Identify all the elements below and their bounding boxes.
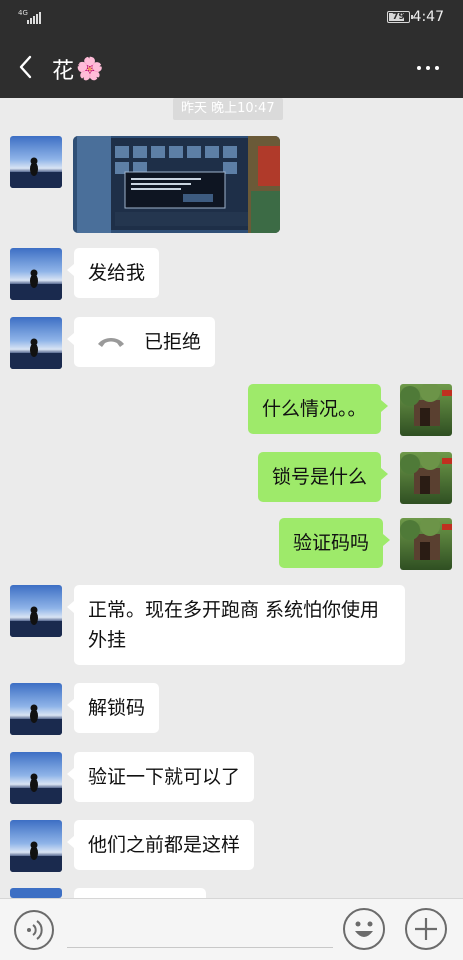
more-button[interactable] <box>413 58 443 78</box>
message-text: 他们之前都是这样 <box>88 834 241 856</box>
battery-percent: 79 <box>392 12 405 22</box>
chevron-left-icon <box>19 55 32 79</box>
contact-avatar[interactable] <box>10 136 62 188</box>
contact-avatar[interactable] <box>10 317 62 369</box>
my-avatar[interactable] <box>400 384 452 436</box>
chat-header: 花 🌸 <box>0 36 463 98</box>
my-avatar[interactable] <box>400 518 452 570</box>
message-text: 解锁码 <box>88 697 146 719</box>
message-bubble-incoming[interactable]: 发给我 <box>66 248 160 298</box>
more-horizontal-icon <box>417 66 439 70</box>
message-input[interactable] <box>67 947 333 948</box>
message-timestamp: 昨天 晚上10:47 <box>173 98 283 120</box>
clock: 4:47 <box>412 9 444 25</box>
message-bubble-incoming[interactable]: 他们之前都是这样 <box>66 820 255 870</box>
back-button[interactable] <box>12 52 42 82</box>
message-bubble-outgoing[interactable]: 什么情况。。 <box>248 384 388 434</box>
message-bubble-incoming[interactable]: 正常。现在多开跑商 系统怕你使用外挂 <box>67 585 405 665</box>
message-text: 锁号是什么 <box>272 466 368 488</box>
message-text: 正常。现在多开跑商 系统怕你使用外挂 <box>88 599 380 651</box>
more-functions-button[interactable] <box>405 908 447 950</box>
chat-title: 花 🌸 <box>52 53 103 85</box>
contact-avatar[interactable] <box>10 683 62 735</box>
battery-icon: 79 <box>387 11 413 23</box>
call-status-text: 已拒绝 <box>144 331 202 353</box>
contact-avatar[interactable] <box>10 820 62 872</box>
message-bubble-outgoing[interactable]: 验证码吗 <box>279 518 391 568</box>
plus-icon <box>415 918 437 940</box>
status-bar: 4G 79 4:47 <box>0 0 463 36</box>
phone-icon <box>98 338 124 347</box>
image-message[interactable] <box>73 136 280 233</box>
contact-name: 花 <box>52 59 75 84</box>
input-bar <box>0 898 463 960</box>
my-avatar[interactable] <box>400 452 452 504</box>
emoji-button[interactable] <box>343 908 385 950</box>
signal-icon: 4G <box>18 10 48 26</box>
message-bubble-incoming[interactable]: 解锁码 <box>66 683 160 733</box>
call-record-bubble[interactable]: 已拒绝 <box>66 317 216 367</box>
emoji-icon <box>355 921 373 937</box>
message-text: 发给我 <box>88 262 146 284</box>
contact-avatar[interactable] <box>10 248 62 300</box>
message-bubble-incoming[interactable] <box>74 888 206 898</box>
message-text: 什么情况。。 <box>262 398 367 420</box>
contact-avatar[interactable] <box>10 888 62 898</box>
voice-button[interactable] <box>14 910 54 950</box>
message-text: 验证码吗 <box>293 532 370 554</box>
message-bubble-incoming[interactable]: 验证一下就可以了 <box>66 752 255 802</box>
contact-avatar[interactable] <box>10 585 62 637</box>
contact-avatar[interactable] <box>10 752 62 804</box>
message-text: 验证一下就可以了 <box>88 766 241 788</box>
flower-emoji: 🌸 <box>76 56 104 82</box>
voice-icon <box>27 920 43 940</box>
message-bubble-outgoing[interactable]: 锁号是什么 <box>258 452 389 502</box>
